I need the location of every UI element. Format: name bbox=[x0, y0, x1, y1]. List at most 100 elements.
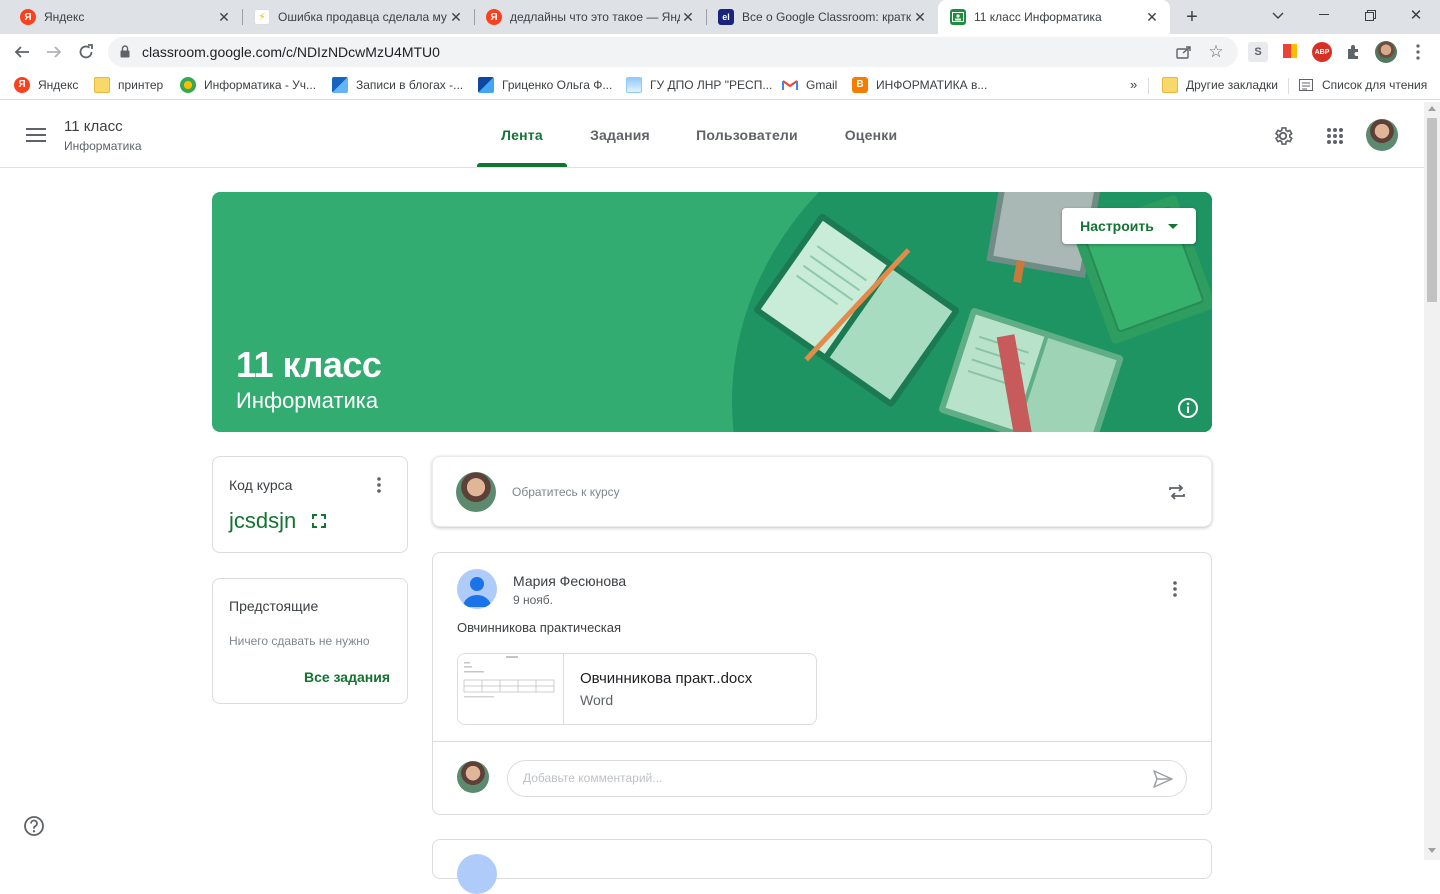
bookmark-gritsenko[interactable]: Гриценко Ольга Ф... bbox=[478, 77, 612, 93]
reading-list-icon bbox=[1298, 77, 1314, 93]
minimize-icon[interactable] bbox=[1312, 4, 1336, 26]
tab-grades[interactable]: Оценки bbox=[830, 102, 912, 168]
hamburger-menu-icon[interactable] bbox=[22, 122, 50, 148]
bookmark-gu-dpo[interactable]: ГУ ДПО ЛНР "РЕСП... bbox=[626, 77, 772, 93]
upcoming-title: Предстоящие bbox=[229, 598, 319, 614]
folder-icon bbox=[94, 77, 110, 93]
user-avatar bbox=[457, 761, 489, 793]
course-title[interactable]: 11 класс bbox=[64, 118, 123, 135]
bookmark-blog[interactable]: Записи в блогах -... bbox=[332, 77, 463, 93]
tab-title: Ошибка продавца сделала му bbox=[278, 10, 447, 24]
course-code-card: Код курса jcsdsjn bbox=[212, 456, 408, 553]
tab-title: 11 класс Информатика bbox=[974, 10, 1102, 24]
extension-flag-icon[interactable] bbox=[1282, 43, 1298, 61]
attachment-card[interactable]: Овчинникова практ..docx Word bbox=[457, 653, 817, 725]
tab-classwork[interactable]: Задания bbox=[576, 102, 664, 168]
browser-tab-2[interactable]: ⚡ Ошибка продавца сделала му ✕ bbox=[242, 0, 474, 34]
yandex-icon: Я bbox=[486, 9, 502, 25]
url-text: classroom.google.com/c/NDIzNDcwMzU4MTU0 bbox=[142, 44, 440, 60]
bookmark-gmail[interactable]: Gmail bbox=[782, 77, 837, 93]
customize-button[interactable]: Настроить bbox=[1062, 208, 1196, 244]
close-icon[interactable]: ✕ bbox=[1144, 9, 1160, 25]
back-icon[interactable] bbox=[10, 40, 34, 64]
scroll-up-arrow-icon[interactable] bbox=[1428, 106, 1436, 111]
profile-avatar[interactable] bbox=[1375, 41, 1397, 63]
fullscreen-icon[interactable] bbox=[309, 511, 329, 531]
building-icon bbox=[626, 77, 642, 93]
post-card: Мария Фесюнова 9 нояб. Овчинникова практ… bbox=[432, 552, 1212, 815]
course-banner: Настроить 11 класс Информатика bbox=[212, 192, 1212, 432]
attachment-type: Word bbox=[580, 692, 614, 708]
bookmark-informatika[interactable]: Информатика - Уч... bbox=[180, 77, 316, 93]
yandex-icon: Я bbox=[14, 77, 30, 93]
extensions-puzzle-icon[interactable] bbox=[1344, 42, 1364, 62]
user-avatar[interactable] bbox=[1366, 119, 1398, 151]
el-icon: el bbox=[718, 9, 734, 25]
new-tab-icon[interactable]: + bbox=[1180, 6, 1204, 28]
tab-title: Все о Google Classroom: кратк bbox=[742, 10, 912, 24]
help-icon[interactable] bbox=[22, 814, 46, 838]
tab-people[interactable]: Пользователи bbox=[682, 102, 812, 168]
more-vert-icon[interactable] bbox=[367, 473, 391, 497]
browser-tab-3[interactable]: Я дедлайны что это такое — Янд ✕ bbox=[474, 0, 706, 34]
course-subtitle: Информатика bbox=[64, 139, 142, 153]
upcoming-card: Предстоящие Ничего сдавать не нужно Все … bbox=[212, 578, 408, 704]
bookmark-star-icon[interactable]: ☆ bbox=[1206, 42, 1226, 62]
post-card bbox=[432, 839, 1212, 894]
course-code-label: Код курса bbox=[229, 477, 293, 493]
settings-gear-icon[interactable] bbox=[1270, 123, 1296, 149]
post-author: Мария Фесюнова bbox=[513, 573, 627, 589]
comment-input[interactable]: Добавьте комментарий... bbox=[507, 760, 1187, 797]
info-icon[interactable] bbox=[1176, 396, 1200, 420]
all-assignments-link[interactable]: Все задания bbox=[304, 669, 390, 685]
send-icon[interactable] bbox=[1152, 769, 1174, 789]
browser-tab-4[interactable]: el Все о Google Classroom: кратк ✕ bbox=[706, 0, 938, 34]
comment-placeholder: Добавьте комментарий... bbox=[523, 771, 663, 785]
more-vert-icon[interactable] bbox=[1163, 577, 1187, 601]
bookmark-printer[interactable]: принтер bbox=[94, 77, 163, 93]
close-icon[interactable]: ✕ bbox=[912, 9, 928, 25]
scrollbar-thumb[interactable] bbox=[1427, 118, 1437, 302]
scroll-down-arrow-icon[interactable] bbox=[1428, 848, 1436, 853]
announce-box[interactable]: Обратитесь к курсу bbox=[432, 456, 1212, 527]
dropdown-arrow-icon bbox=[1167, 223, 1178, 229]
bookmarks-bar: Я Яндекс принтер Информатика - Уч... Зап… bbox=[0, 70, 1440, 100]
share-icon[interactable] bbox=[1174, 42, 1194, 62]
blogger-icon: B bbox=[852, 77, 868, 93]
browser-menu-icon[interactable] bbox=[1408, 42, 1428, 62]
forward-icon[interactable] bbox=[42, 40, 66, 64]
close-icon[interactable]: ✕ bbox=[448, 9, 464, 25]
restore-icon[interactable] bbox=[1358, 4, 1382, 26]
repost-icon[interactable] bbox=[1165, 480, 1189, 504]
lock-icon[interactable] bbox=[120, 45, 130, 63]
address-bar[interactable]: classroom.google.com/c/NDIzNDcwMzU4MTU0 … bbox=[108, 37, 1238, 67]
close-icon[interactable]: ✕ bbox=[216, 9, 232, 25]
post-date: 9 нояб. bbox=[513, 593, 554, 607]
bookmarks-overflow-icon[interactable]: » bbox=[1130, 77, 1137, 92]
book-icon bbox=[332, 77, 348, 93]
globe-icon bbox=[180, 77, 196, 93]
classroom-icon bbox=[950, 9, 966, 25]
scrollbar[interactable] bbox=[1424, 102, 1440, 860]
author-avatar bbox=[457, 569, 497, 609]
adblock-icon[interactable]: ABP bbox=[1312, 42, 1332, 62]
tab-search-icon[interactable] bbox=[1266, 6, 1290, 26]
reload-icon[interactable] bbox=[74, 40, 98, 64]
extension-s-icon[interactable]: S bbox=[1248, 42, 1268, 62]
bookmark-yandex[interactable]: Я Яндекс bbox=[14, 77, 78, 93]
close-icon[interactable]: ✕ bbox=[680, 9, 696, 25]
zen-icon: ⚡ bbox=[254, 9, 270, 25]
google-apps-grid-icon[interactable] bbox=[1322, 123, 1348, 149]
close-window-icon[interactable]: ✕ bbox=[1404, 4, 1428, 26]
user-avatar bbox=[456, 472, 496, 512]
tab-stream[interactable]: Лента bbox=[477, 102, 567, 168]
book-icon bbox=[478, 77, 494, 93]
active-tab-indicator bbox=[477, 163, 567, 167]
reading-list[interactable]: Список для чтения bbox=[1298, 77, 1427, 93]
bookmark-blogger[interactable]: B ИНФОРМАТИКА в... bbox=[852, 77, 987, 93]
browser-tab-strip: Я Яндекс ✕ ⚡ Ошибка продавца сделала му … bbox=[0, 0, 1440, 34]
app-header: 11 класс Информатика Лента Задания Польз… bbox=[0, 102, 1424, 168]
browser-tab-1[interactable]: Я Яндекс ✕ bbox=[8, 0, 242, 34]
bookmark-other[interactable]: Другие закладки bbox=[1162, 77, 1278, 93]
browser-tab-5-active[interactable]: 11 класс Информатика ✕ bbox=[938, 0, 1170, 34]
